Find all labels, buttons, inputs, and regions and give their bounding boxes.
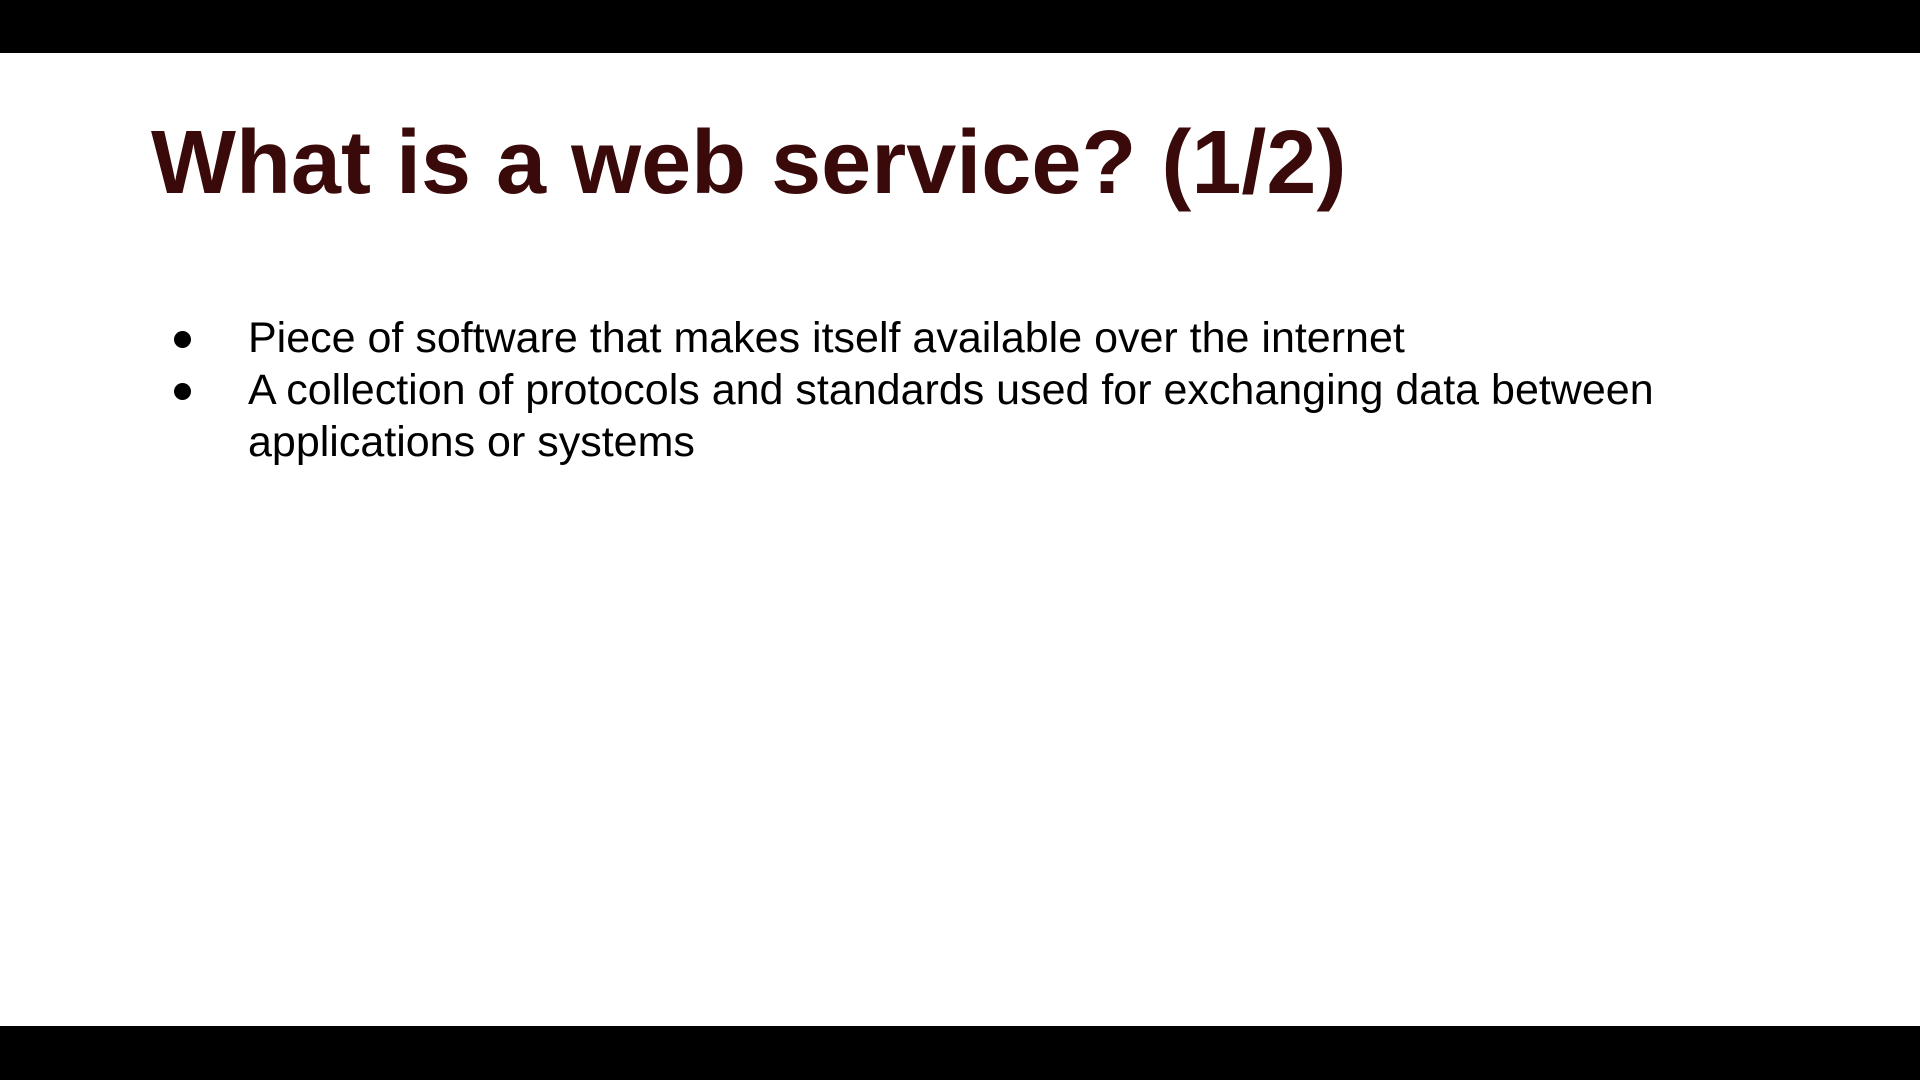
bullet-text: Piece of software that makes itself avai… [248,314,1405,362]
slide: What is a web service? (1/2) Piece of so… [0,53,1920,1026]
bullet-list: Piece of software that makes itself avai… [166,312,1686,468]
letterbox-bottom [0,1026,1920,1080]
bullet-item: Piece of software that makes itself avai… [166,312,1686,364]
slide-title: What is a web service? (1/2) [151,113,1347,213]
bullet-item: A collection of protocols and standards … [166,364,1686,468]
letterbox-top [0,0,1920,53]
bullet-text: A collection of protocols and standards … [248,366,1654,466]
bullet-dot-icon [174,331,191,348]
bullet-dot-icon [174,383,191,400]
